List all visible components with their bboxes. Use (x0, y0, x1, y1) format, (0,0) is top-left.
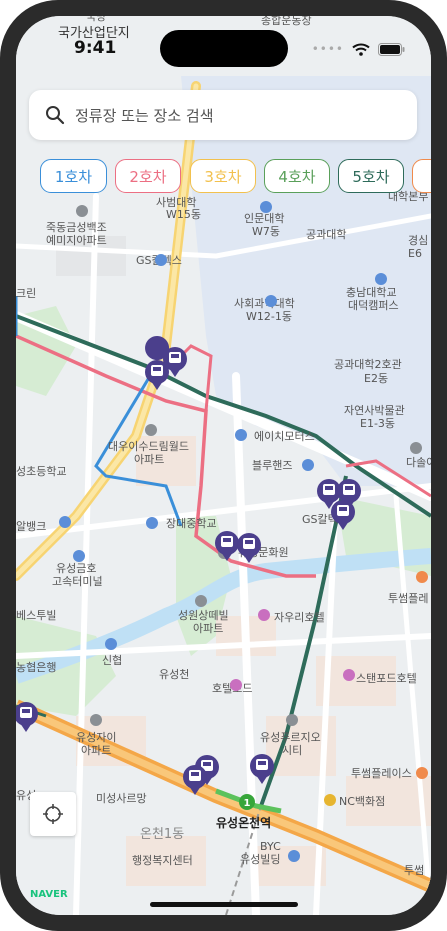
status-icons: •••• (312, 42, 405, 56)
map-label: 베스투빌 (16, 609, 56, 622)
map-label: 온천1동 (140, 827, 184, 842)
university-icon[interactable] (260, 201, 272, 213)
bus-terminal-icon[interactable] (73, 550, 85, 562)
crosshair-icon (43, 804, 63, 824)
map-label: 자연사박물관 (344, 404, 405, 417)
route-chip-6[interactable]: 6 (412, 159, 431, 193)
naver-logo: NAVER (30, 889, 68, 900)
map-label: 투썸플레이스 (351, 767, 412, 780)
battery-icon (378, 42, 405, 56)
map-label: 행정복지센터 (132, 854, 193, 867)
search-bar[interactable]: 정류장 또는 장소 검색 (29, 90, 417, 140)
apartment-icon (410, 442, 422, 454)
map-label: W7동 (252, 225, 280, 238)
apartment-icon (76, 205, 88, 217)
apartment-icon (286, 714, 298, 726)
bank-icon[interactable] (105, 638, 117, 650)
map-label: 농협은행 (16, 661, 56, 674)
map-label: 유성자이 (76, 731, 116, 744)
map-label: 사회과학대학 (234, 297, 295, 310)
dynamic-island (160, 30, 288, 67)
map-label: 투썸 (404, 864, 424, 877)
hotel-icon[interactable] (230, 679, 242, 691)
map-label: 공과대학2호관 (334, 358, 402, 371)
device-frame: 종합운동장 국방 사범대학 W15동 인문대학 W7동 공과대학 경심 E6 대… (0, 0, 447, 931)
hotel-icon[interactable] (258, 609, 270, 621)
map-label: 블루핸즈 (252, 459, 292, 472)
map-label: 시티 (282, 744, 302, 757)
hotel-icon[interactable] (343, 669, 355, 681)
map-label: 알뱅크 (16, 519, 46, 533)
map-label: NC백화점 (339, 795, 385, 808)
map-label: 다솔아 (406, 456, 431, 469)
map-label: E2동 (364, 372, 388, 385)
map-label: BYC (260, 840, 281, 853)
cafe-icon[interactable] (416, 767, 428, 779)
map-label: 투썸플레 (388, 592, 428, 605)
signal-dots-icon: •••• (311, 42, 344, 56)
map-label: 아파트 (193, 622, 223, 635)
route-chip-2[interactable]: 2호차 (115, 159, 181, 193)
map-label: 아파트 (81, 744, 111, 757)
map-label: 성원상떼빌 (178, 609, 229, 622)
cafe-icon[interactable] (416, 571, 428, 583)
map-label: 유성금호 (56, 562, 96, 575)
map-label: 크린 (16, 287, 36, 300)
station-label: 유성온천역 (216, 815, 271, 830)
search-icon (46, 106, 65, 125)
map-label: 유성천 (159, 667, 189, 681)
map-view[interactable]: 종합운동장 국방 사범대학 W15동 인문대학 W7동 공과대학 경심 E6 대… (16, 16, 431, 915)
map-label: 충남대학교 (346, 286, 397, 299)
map-label: E6 (408, 247, 422, 260)
gas-station-icon[interactable] (155, 254, 167, 266)
map-label: 자우리호텔 (274, 611, 325, 624)
apartment-icon (90, 714, 102, 726)
map-label: 신협 (102, 654, 122, 667)
map-label: W15동 (166, 208, 201, 221)
map-label: 인문대학 (244, 212, 284, 225)
map-label: 유성푸르지오 (260, 731, 321, 744)
apartment-icon (145, 424, 157, 436)
university-icon[interactable] (265, 295, 277, 307)
current-location-button[interactable] (30, 792, 76, 836)
map-label: 성초등학교 (16, 465, 67, 478)
university-icon[interactable] (375, 273, 387, 285)
route-chip-3[interactable]: 3호차 (190, 159, 256, 193)
map-label: 유성빌딩 (240, 853, 280, 866)
map-label: 예미지아파트 (46, 234, 107, 247)
route-chip-5[interactable]: 5호차 (338, 159, 404, 193)
map-label: 대덕캠퍼스 (348, 299, 399, 312)
map-label: 종합운동장 (261, 16, 312, 27)
map-label: W12-1동 (246, 310, 292, 323)
map-label: 경심 (408, 234, 428, 247)
building-icon[interactable] (288, 850, 300, 862)
map-label: 스탠포드호텔 (356, 672, 417, 685)
subway-line-number: 1 (244, 798, 251, 809)
school-icon[interactable] (146, 517, 158, 529)
map-label: E1-3동 (360, 417, 395, 430)
map-label: 공과대학 (306, 228, 346, 241)
map-label: 장대중학교 (166, 517, 217, 530)
map-label: 고속터미널 (52, 575, 103, 588)
map-label: 아파트 (134, 453, 164, 466)
app-screen: 종합운동장 국방 사범대학 W15동 인문대학 W7동 공과대학 경심 E6 대… (16, 16, 431, 915)
route-chip-bar[interactable]: 1호차 2호차 3호차 4호차 5호차 6 (40, 159, 431, 197)
home-indicator[interactable] (150, 902, 298, 907)
shopping-icon[interactable] (324, 794, 336, 806)
search-input[interactable]: 정류장 또는 장소 검색 (75, 105, 214, 126)
status-time: 9:41 (74, 38, 117, 58)
bank-icon[interactable] (59, 516, 71, 528)
map-label: 미성사르망 (96, 792, 147, 805)
wifi-icon (352, 43, 370, 56)
map-label: 대우이수드림월드 (108, 440, 189, 453)
wrench-icon[interactable] (302, 459, 314, 471)
car-service-icon[interactable] (235, 429, 247, 441)
map-label: 에이치모터스 (254, 430, 315, 443)
route-chip-4[interactable]: 4호차 (264, 159, 330, 193)
map-label: 죽동금성백조 (46, 221, 107, 234)
route-chip-1[interactable]: 1호차 (40, 159, 107, 193)
apartment-icon (195, 595, 207, 607)
